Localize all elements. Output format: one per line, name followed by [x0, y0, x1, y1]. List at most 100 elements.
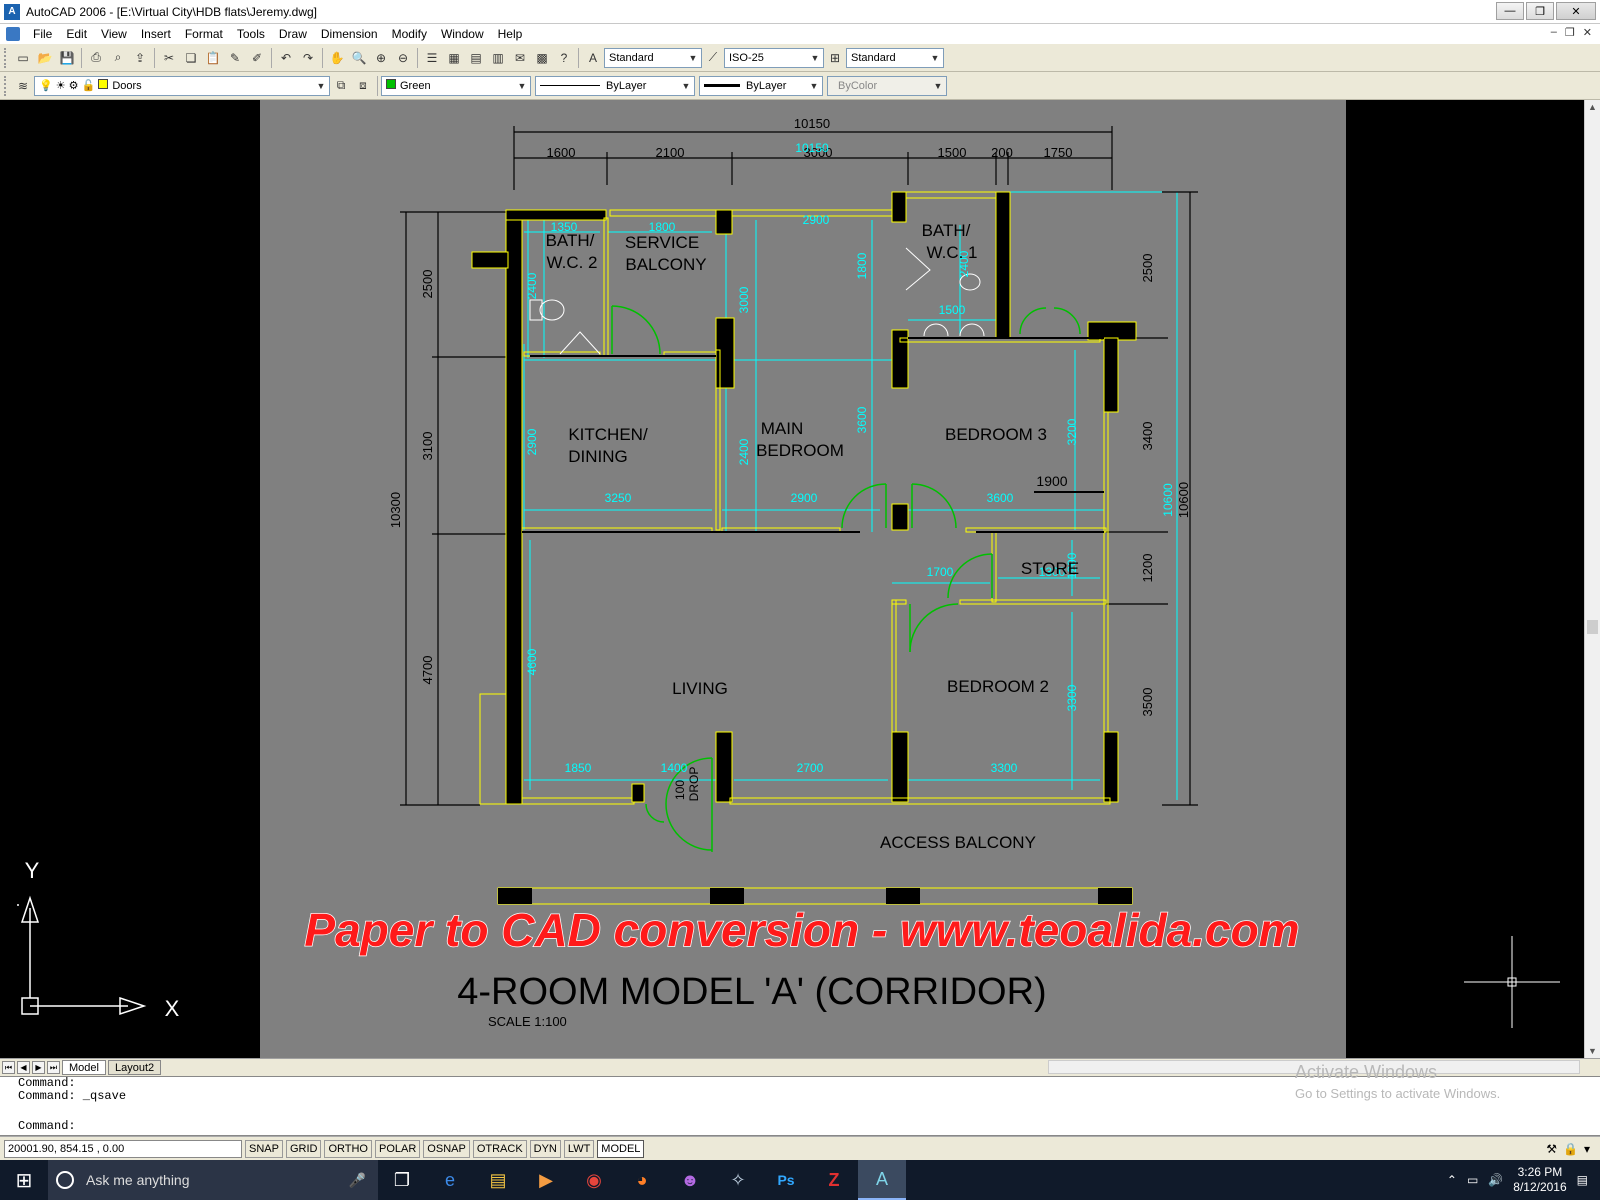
scroll-down-icon[interactable]: ▼ [1588, 1046, 1597, 1056]
close-button[interactable]: ✕ [1556, 2, 1596, 20]
zoom-window-icon[interactable]: ⊕ [370, 47, 392, 69]
plot-preview-icon[interactable]: ⌕ [107, 47, 129, 69]
menu-view[interactable]: View [94, 27, 134, 41]
zoom-realtime-icon[interactable]: 🔍 [348, 47, 370, 69]
prev-tab-icon[interactable]: ◀ [17, 1061, 30, 1074]
make-object-layer-current-icon[interactable]: ⧉ [330, 75, 352, 97]
cortana-search-box[interactable]: Ask me anything 🎤 [48, 1160, 378, 1200]
network-icon[interactable]: ▭ [1467, 1173, 1478, 1187]
dyn-toggle[interactable]: DYN [529, 1139, 561, 1158]
clock[interactable]: 3:26 PM 8/12/2016 [1513, 1165, 1566, 1195]
autocad-task-icon[interactable]: A [858, 1160, 906, 1200]
design-center-icon[interactable]: ▦ [443, 47, 465, 69]
coordinates-display[interactable]: 20001.90, 854.15 , 0.00 [4, 1139, 242, 1158]
autocad-app-icon[interactable]: A [4, 3, 20, 20]
last-tab-icon[interactable]: ⏭ [47, 1061, 60, 1074]
block-editor-icon[interactable]: ✐ [246, 47, 268, 69]
next-tab-icon[interactable]: ▶ [32, 1061, 45, 1074]
tool-palettes-icon[interactable]: ▤ [465, 47, 487, 69]
table-style-icon[interactable]: ⊞ [824, 47, 846, 69]
lock-icon[interactable]: 🔒 [1563, 1142, 1578, 1156]
dim-style-icon[interactable]: ⟋ [702, 47, 724, 69]
menu-dimension[interactable]: Dimension [314, 27, 385, 41]
publish-icon[interactable]: ⇪ [129, 47, 151, 69]
communication-center-icon[interactable]: ⚒ [1546, 1142, 1557, 1156]
photoshop-icon[interactable]: Ps [762, 1160, 810, 1200]
edge-browser-icon[interactable]: e [426, 1160, 474, 1200]
layer-previous-icon[interactable]: ⧈ [352, 75, 374, 97]
fish-app-icon[interactable]: ✧ [714, 1160, 762, 1200]
redo-icon[interactable]: ↷ [297, 47, 319, 69]
notifications-icon[interactable]: ▤ [1577, 1173, 1588, 1187]
tray-chevron-up-icon[interactable]: ⌃ [1447, 1173, 1457, 1187]
scroll-thumb[interactable] [1587, 620, 1598, 634]
text-style-icon[interactable]: A [582, 47, 604, 69]
table-style-select[interactable]: Standard ▼ [846, 47, 944, 68]
scroll-up-icon[interactable]: ▲ [1588, 102, 1597, 112]
messenger-icon[interactable]: ☻ [666, 1160, 714, 1200]
pan-icon[interactable]: ✋ [326, 47, 348, 69]
plot-icon[interactable]: ⎙ [85, 47, 107, 69]
menu-draw[interactable]: Draw [272, 27, 314, 41]
menu-help[interactable]: Help [491, 27, 530, 41]
layer-manager-icon[interactable]: ≋ [12, 75, 34, 97]
open-file-icon[interactable]: 📂 [34, 47, 56, 69]
menu-edit[interactable]: Edit [59, 27, 94, 41]
color-select[interactable]: Green ▼ [381, 75, 531, 96]
microphone-icon[interactable]: 🎤 [349, 1172, 366, 1189]
text-style-select[interactable]: Standard ▼ [604, 47, 702, 68]
command-window[interactable]: Command: Command: _qsave Command: [0, 1076, 1600, 1136]
orange-app-icon[interactable]: ◕ [618, 1160, 666, 1200]
toolbar-grip[interactable] [4, 47, 8, 68]
task-view-icon[interactable]: ❐ [378, 1160, 426, 1200]
otrack-toggle[interactable]: OTRACK [472, 1139, 527, 1158]
drawing-svg[interactable]: 10150 1600 2100 3000 1500 200 1750 10300… [0, 100, 1584, 1058]
vertical-scrollbar[interactable]: ▲ ▼ [1584, 100, 1600, 1058]
ortho-toggle[interactable]: ORTHO [324, 1139, 372, 1158]
menu-window[interactable]: Window [434, 27, 491, 41]
restore-button[interactable]: ❐ [1526, 2, 1554, 20]
status-menu-icon[interactable]: ▾ [1584, 1142, 1590, 1156]
undo-icon[interactable]: ↶ [275, 47, 297, 69]
windows-start-icon[interactable]: ⊞ [0, 1160, 48, 1200]
tab-model[interactable]: Model [62, 1060, 106, 1075]
osnap-toggle[interactable]: OSNAP [423, 1139, 470, 1158]
lwt-toggle[interactable]: LWT [563, 1139, 595, 1158]
document-icon[interactable] [6, 27, 20, 41]
match-properties-icon[interactable]: ✎ [224, 47, 246, 69]
grid-toggle[interactable]: GRID [285, 1139, 322, 1158]
menu-file[interactable]: File [26, 27, 59, 41]
doc-minimize-button[interactable]: – [1551, 26, 1557, 39]
copy-icon[interactable]: ❏ [180, 47, 202, 69]
media-player-icon[interactable]: ▶ [522, 1160, 570, 1200]
calculator-icon[interactable]: ▩ [531, 47, 553, 69]
polar-toggle[interactable]: POLAR [375, 1139, 421, 1158]
linetype-select[interactable]: ByLayer ▼ [535, 75, 695, 96]
menu-format[interactable]: Format [178, 27, 230, 41]
cut-icon[interactable]: ✂ [158, 47, 180, 69]
lineweight-select[interactable]: ByLayer ▼ [699, 75, 823, 96]
properties-icon[interactable]: ☰ [421, 47, 443, 69]
chrome-icon[interactable]: ◉ [570, 1160, 618, 1200]
menu-modify[interactable]: Modify [385, 27, 434, 41]
snap-toggle[interactable]: SNAP [245, 1139, 283, 1158]
dim-style-select[interactable]: ISO-25 ▼ [724, 47, 824, 68]
help-icon[interactable]: ? [553, 47, 575, 69]
doc-close-button[interactable]: ✕ [1583, 26, 1592, 39]
save-icon[interactable]: 💾 [56, 47, 78, 69]
new-file-icon[interactable]: ▭ [12, 47, 34, 69]
menu-tools[interactable]: Tools [230, 27, 272, 41]
command-prompt[interactable]: Command: [18, 1119, 76, 1133]
paste-icon[interactable]: 📋 [202, 47, 224, 69]
volume-icon[interactable]: 🔊 [1488, 1173, 1503, 1187]
menu-insert[interactable]: Insert [134, 27, 178, 41]
layer-select[interactable]: 💡 ☀ ⚙ 🔓 Doors ▼ [34, 75, 330, 96]
tab-layout2[interactable]: Layout2 [107, 1060, 162, 1075]
model-toggle[interactable]: MODEL [597, 1139, 645, 1158]
minimize-button[interactable]: — [1496, 2, 1524, 20]
sheet-set-icon[interactable]: ▥ [487, 47, 509, 69]
file-explorer-icon[interactable]: ▤ [474, 1160, 522, 1200]
drawing-canvas[interactable]: 10150 1600 2100 3000 1500 200 1750 10300… [0, 100, 1584, 1058]
toolbar-grip[interactable] [4, 75, 8, 96]
zoom-previous-icon[interactable]: ⊖ [392, 47, 414, 69]
